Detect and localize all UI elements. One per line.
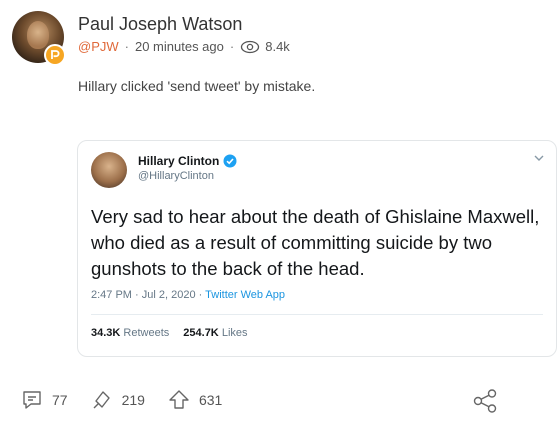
embedded-tweet-card[interactable]: Hillary Clinton @HillaryClinton Very sad…	[77, 140, 557, 357]
author-handle[interactable]: @PJW	[78, 39, 119, 54]
eye-icon	[240, 40, 260, 54]
share-icon[interactable]	[472, 388, 498, 414]
retweets-count: 34.3K	[91, 327, 121, 339]
tweet-text: Very sad to hear about the death of Ghis…	[91, 206, 540, 279]
comment-button[interactable]: 77	[20, 388, 68, 412]
likes-label: Likes	[221, 327, 248, 339]
tweet-avatar[interactable]	[91, 152, 127, 188]
likes-stat[interactable]: 254.7K Likes	[183, 327, 247, 339]
repost-button[interactable]: 219	[90, 388, 145, 412]
repost-icon	[93, 391, 110, 409]
view-count: 8.4k	[265, 39, 290, 54]
retweets-stat[interactable]: 34.3K Retweets	[91, 327, 169, 339]
post-meta: @PJW · 20 minutes ago · 8.4k	[78, 39, 290, 54]
upvote-count: 631	[198, 392, 223, 408]
upvote-icon	[169, 390, 189, 409]
repost-count: 219	[121, 392, 145, 408]
post-actions: 77 219 631	[20, 388, 244, 412]
likes-count: 254.7K	[183, 327, 219, 339]
chevron-down-icon[interactable]	[532, 151, 546, 165]
meta-separator: ·	[229, 39, 235, 54]
comment-count: 77	[52, 392, 68, 408]
verified-icon	[223, 154, 237, 168]
tweet-timestamp: 2:47 PM · Jul 2, 2020 · Twitter Web App	[91, 289, 285, 301]
tweet-stats: 34.3K Retweets 254.7K Likes	[91, 327, 248, 339]
comment-icon	[23, 391, 41, 409]
tweet-handle[interactable]: @HillaryClinton	[138, 170, 214, 182]
post-time: 20 minutes ago	[134, 39, 224, 54]
tweet-source-link[interactable]: Twitter Web App	[205, 289, 285, 301]
tweet-divider	[91, 314, 543, 315]
post-text: Hillary clicked 'send tweet' by mistake.	[78, 78, 316, 94]
retweets-label: Retweets	[123, 327, 170, 339]
meta-separator: ·	[124, 39, 129, 54]
avatar-face	[27, 21, 49, 49]
upvote-button[interactable]: 631	[167, 388, 222, 412]
tweet-date: 2:47 PM · Jul 2, 2020 ·	[91, 289, 206, 301]
tweet-author-name: Hillary Clinton	[138, 154, 220, 168]
parler-badge-icon	[44, 44, 66, 66]
tweet-author[interactable]: Hillary Clinton	[138, 154, 237, 168]
author-name[interactable]: Paul Joseph Watson	[78, 14, 242, 35]
